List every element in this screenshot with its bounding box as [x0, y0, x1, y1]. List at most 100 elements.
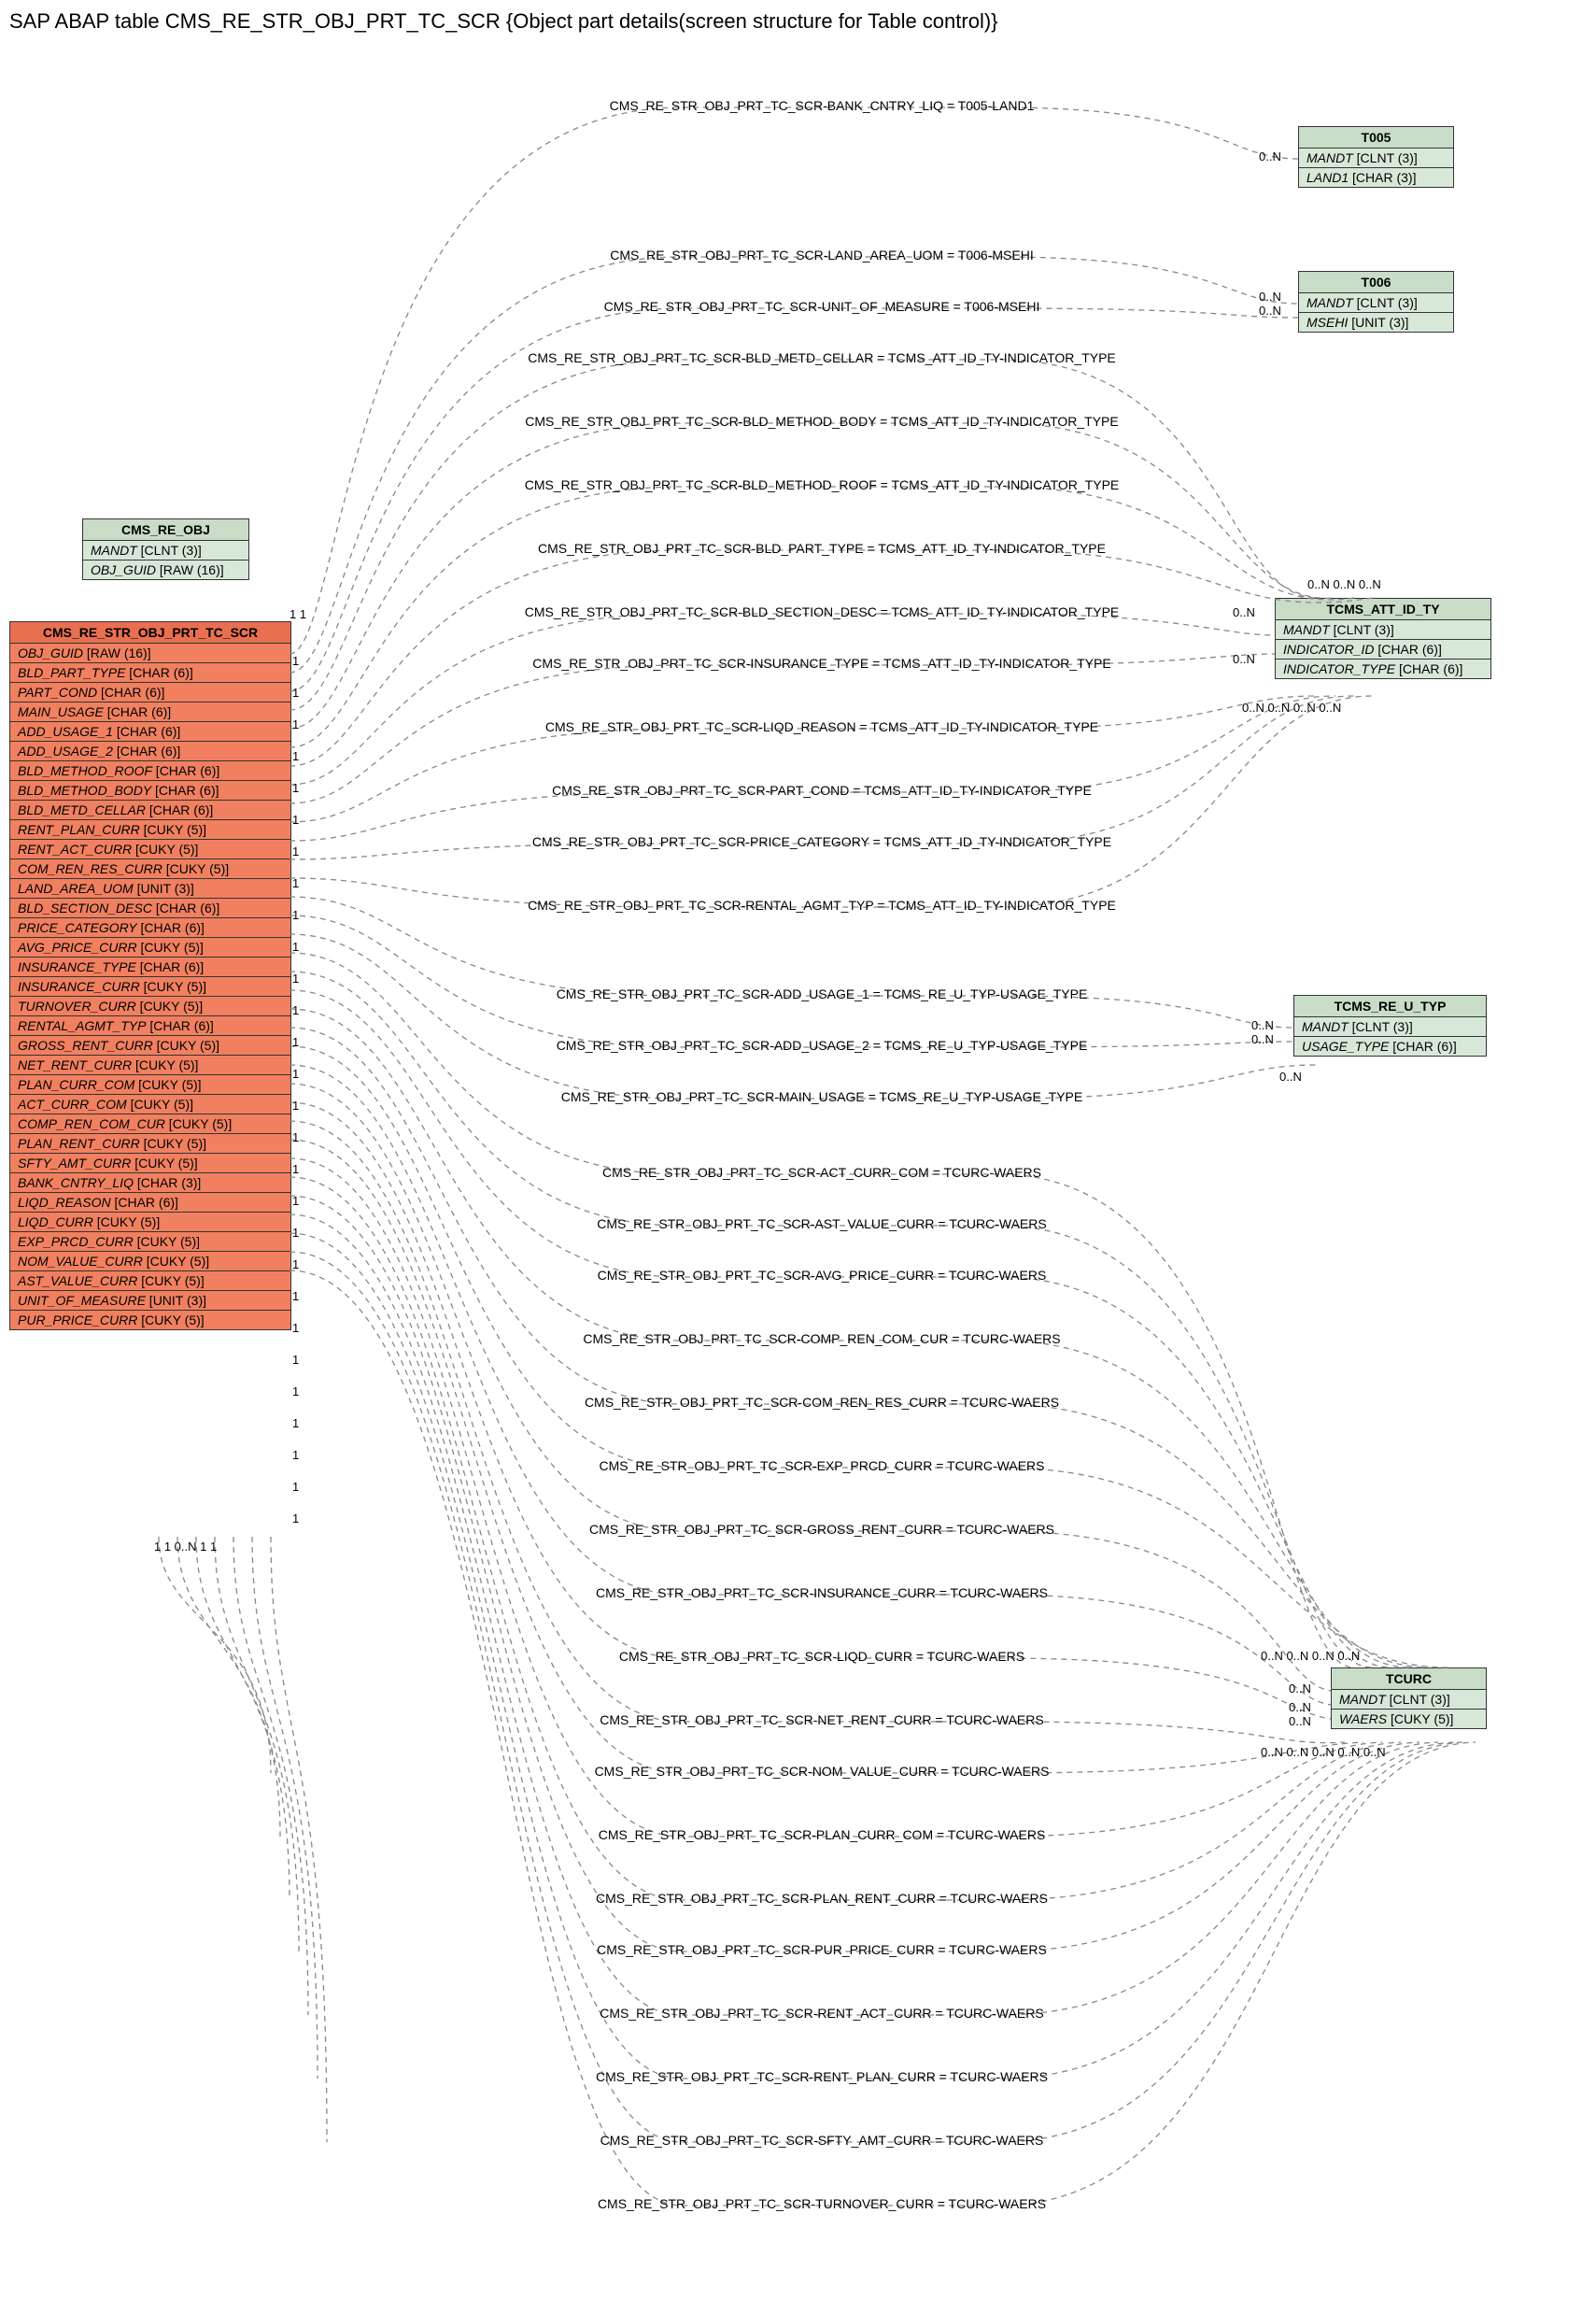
cardinality: 1 [292, 1099, 299, 1113]
page-title: SAP ABAP table CMS_RE_STR_OBJ_PRT_TC_SCR… [9, 9, 1596, 34]
relation-label: CMS_RE_STR_OBJ_PRT_TC_SCR-LIQD_CURR = TC… [439, 1649, 1205, 1664]
cardinality: 1 [292, 876, 299, 890]
entity-field: AST_VALUE_CURR [CUKY (5)] [10, 1271, 290, 1291]
entity-field: NET_RENT_CURR [CUKY (5)] [10, 1056, 290, 1075]
cardinality: 0..N 0..N [1259, 290, 1281, 318]
entity-field: COMP_REN_COM_CUR [CUKY (5)] [10, 1114, 290, 1134]
entity-field: LAND1 [CHAR (3)] [1299, 168, 1453, 187]
entity-header: CMS_RE_STR_OBJ_PRT_TC_SCR [10, 622, 290, 644]
entity-field: OBJ_GUID [RAW (16)] [83, 561, 248, 579]
entity-field: MANDT [CLNT (3)] [1294, 1017, 1486, 1037]
cardinality: 1 [292, 1384, 299, 1398]
entity-field: INSURANCE_TYPE [CHAR (6)] [10, 958, 290, 977]
entity-field: SFTY_AMT_CURR [CUKY (5)] [10, 1154, 290, 1173]
entity-t005: T005 MANDT [CLNT (3)] LAND1 [CHAR (3)] [1298, 126, 1454, 188]
entity-field: BANK_CNTRY_LIQ [CHAR (3)] [10, 1173, 290, 1193]
er-diagram: CMS_RE_OBJ MANDT [CLNT (3)] OBJ_GUID [RA… [9, 37, 1587, 2298]
entity-field: GROSS_RENT_CURR [CUKY (5)] [10, 1036, 290, 1056]
cardinality: 0..N 0..N 0..N 0..N 0..N [1261, 1745, 1386, 1759]
relation-label: CMS_RE_STR_OBJ_PRT_TC_SCR-BLD_SECTION_DE… [439, 604, 1205, 619]
cardinality: 0..N [1233, 652, 1255, 666]
cardinality: 1 [292, 1035, 299, 1049]
entity-field: INDICATOR_TYPE [CHAR (6)] [1276, 660, 1490, 678]
entity-field: MSEHI [UNIT (3)] [1299, 313, 1453, 332]
cardinality: 0..N [1279, 1070, 1302, 1084]
entity-main: CMS_RE_STR_OBJ_PRT_TC_SCR OBJ_GUID [RAW … [9, 621, 291, 1330]
cardinality: 1 [292, 1003, 299, 1017]
cardinality: 1 [292, 1321, 299, 1335]
cardinality: 1 [292, 1130, 299, 1144]
cardinality: 1 [292, 717, 299, 731]
cardinality: 1 [292, 1448, 299, 1462]
entity-field: ADD_USAGE_1 [CHAR (6)] [10, 722, 290, 742]
entity-field: OBJ_GUID [RAW (16)] [10, 644, 290, 663]
cardinality: 0..N [1233, 605, 1255, 619]
entity-tcms-att-id-ty: TCMS_ATT_ID_TY MANDT [CLNT (3)] INDICATO… [1275, 598, 1491, 679]
entity-field: USAGE_TYPE [CHAR (6)] [1294, 1037, 1486, 1056]
relation-label: CMS_RE_STR_OBJ_PRT_TC_SCR-INSURANCE_TYPE… [439, 656, 1205, 671]
entity-field: RENT_PLAN_CURR [CUKY (5)] [10, 820, 290, 840]
relation-label: CMS_RE_STR_OBJ_PRT_TC_SCR-TURNOVER_CURR … [439, 2196, 1205, 2211]
cardinality: 1 [292, 1289, 299, 1303]
cardinality: 1 [292, 1353, 299, 1367]
cardinality: 1 1 0..N 1 1 [154, 1540, 217, 1554]
cardinality: 1 [292, 1226, 299, 1240]
relation-label: CMS_RE_STR_OBJ_PRT_TC_SCR-NET_RENT_CURR … [439, 1712, 1205, 1727]
entity-header: CMS_RE_OBJ [83, 519, 248, 541]
cardinality: 0..N 0..N [1251, 1018, 1274, 1046]
entity-header: T006 [1299, 272, 1453, 293]
cardinality: 1 [292, 654, 299, 668]
relation-label: CMS_RE_STR_OBJ_PRT_TC_SCR-COM_REN_RES_CU… [439, 1395, 1205, 1410]
relation-label: CMS_RE_STR_OBJ_PRT_TC_SCR-BLD_METHOD_ROO… [439, 477, 1205, 492]
entity-field: BLD_PART_TYPE [CHAR (6)] [10, 663, 290, 683]
entity-header: TCURC [1332, 1668, 1486, 1690]
relation-label: CMS_RE_STR_OBJ_PRT_TC_SCR-COMP_REN_COM_C… [439, 1331, 1205, 1346]
cardinality: 0..N 0..N [1289, 1700, 1311, 1728]
entity-tcms-re-u-typ: TCMS_RE_U_TYP MANDT [CLNT (3)] USAGE_TYP… [1293, 995, 1487, 1057]
cardinality: 1 [292, 908, 299, 922]
cardinality: 0..N [1289, 1682, 1311, 1696]
cardinality: 0..N [1259, 149, 1281, 163]
relation-label: CMS_RE_STR_OBJ_PRT_TC_SCR-SFTY_AMT_CURR … [439, 2133, 1205, 2148]
cardinality: 1 [292, 1416, 299, 1430]
cardinality: 1 [292, 1067, 299, 1081]
entity-field: MANDT [CLNT (3)] [1299, 293, 1453, 313]
cardinality: 1 [292, 1480, 299, 1494]
cardinality: 1 [292, 749, 299, 763]
entity-field: LIQD_CURR [CUKY (5)] [10, 1213, 290, 1232]
relation-label: CMS_RE_STR_OBJ_PRT_TC_SCR-GROSS_RENT_CUR… [439, 1522, 1205, 1537]
relation-label: CMS_RE_STR_OBJ_PRT_TC_SCR-LIQD_REASON = … [439, 719, 1205, 734]
entity-field: RENTAL_AGMT_TYP [CHAR (6)] [10, 1016, 290, 1036]
cardinality: 1 [292, 813, 299, 827]
relation-label: CMS_RE_STR_OBJ_PRT_TC_SCR-AVG_PRICE_CURR… [439, 1268, 1205, 1283]
entity-header: TCMS_RE_U_TYP [1294, 996, 1486, 1017]
relation-label: CMS_RE_STR_OBJ_PRT_TC_SCR-PART_COND = TC… [439, 783, 1205, 798]
entity-tcurc: TCURC MANDT [CLNT (3)] WAERS [CUKY (5)] [1331, 1667, 1487, 1729]
entity-cms-re-obj: CMS_RE_OBJ MANDT [CLNT (3)] OBJ_GUID [RA… [82, 518, 249, 580]
entity-field: MANDT [CLNT (3)] [1299, 149, 1453, 168]
relation-label: CMS_RE_STR_OBJ_PRT_TC_SCR-MAIN_USAGE = T… [439, 1089, 1205, 1104]
cardinality: 1 [292, 781, 299, 795]
relation-label: CMS_RE_STR_OBJ_PRT_TC_SCR-PRICE_CATEGORY… [439, 834, 1205, 849]
entity-field: MAIN_USAGE [CHAR (6)] [10, 702, 290, 722]
entity-field: AVG_PRICE_CURR [CUKY (5)] [10, 938, 290, 958]
relation-label: CMS_RE_STR_OBJ_PRT_TC_SCR-BANK_CNTRY_LIQ… [439, 98, 1205, 113]
entity-field: BLD_METD_CELLAR [CHAR (6)] [10, 801, 290, 820]
entity-field: COM_REN_RES_CURR [CUKY (5)] [10, 859, 290, 879]
entity-field: MANDT [CLNT (3)] [1276, 620, 1490, 640]
entity-field: RENT_ACT_CURR [CUKY (5)] [10, 840, 290, 859]
relation-label: CMS_RE_STR_OBJ_PRT_TC_SCR-PLAN_RENT_CURR… [439, 1891, 1205, 1906]
relation-label: CMS_RE_STR_OBJ_PRT_TC_SCR-RENT_PLAN_CURR… [439, 2069, 1205, 2084]
entity-field: LIQD_REASON [CHAR (6)] [10, 1193, 290, 1213]
relation-label: CMS_RE_STR_OBJ_PRT_TC_SCR-EXP_PRCD_CURR … [439, 1458, 1205, 1473]
entity-field: TURNOVER_CURR [CUKY (5)] [10, 997, 290, 1016]
cardinality: 1 [292, 1162, 299, 1176]
cardinality: 0..N 0..N 0..N 0..N [1261, 1649, 1360, 1663]
relation-label: CMS_RE_STR_OBJ_PRT_TC_SCR-BLD_METHOD_BOD… [439, 414, 1205, 429]
entity-field: MANDT [CLNT (3)] [83, 541, 248, 561]
relation-label: CMS_RE_STR_OBJ_PRT_TC_SCR-INSURANCE_CURR… [439, 1585, 1205, 1600]
cardinality: 0..N 0..N 0..N 0..N [1242, 701, 1341, 715]
cardinality: 0..N 0..N 0..N [1307, 577, 1381, 591]
cardinality: 1 [292, 1194, 299, 1208]
relation-label: CMS_RE_STR_OBJ_PRT_TC_SCR-BLD_METD_CELLA… [439, 350, 1205, 365]
